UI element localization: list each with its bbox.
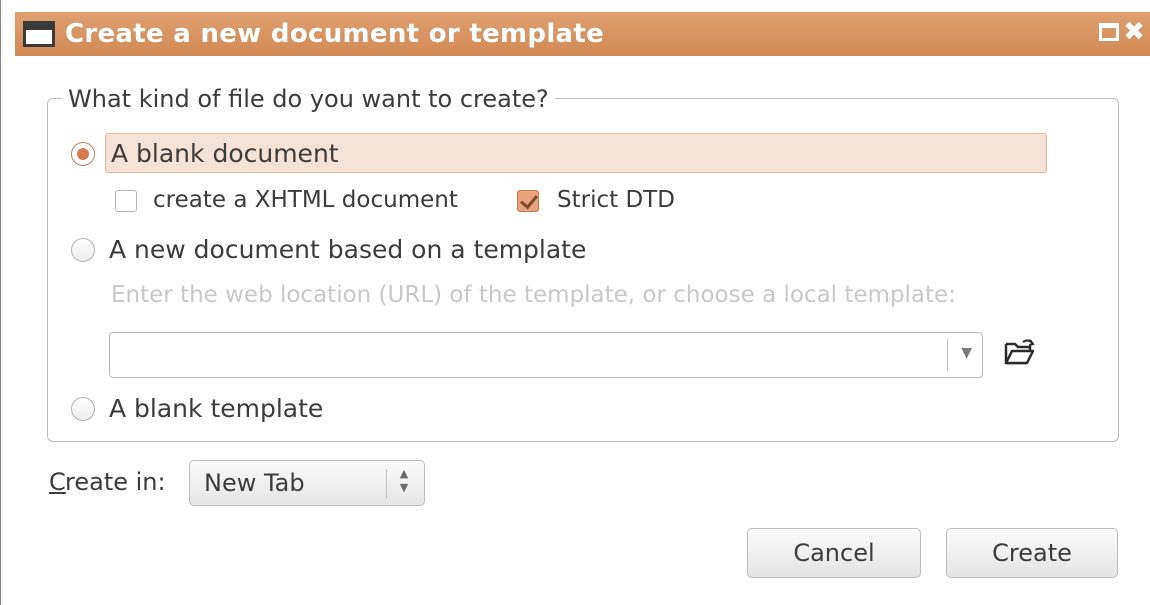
window-icon — [23, 21, 55, 47]
create-in-value: New Tab — [204, 469, 305, 497]
xhtml-checkbox[interactable] — [115, 190, 137, 212]
template-based-label[interactable]: A new document based on a template — [109, 235, 586, 264]
blank-template-label[interactable]: A blank template — [109, 394, 323, 423]
blank-document-radio[interactable] — [71, 142, 95, 166]
strict-dtd-label[interactable]: Strict DTD — [557, 187, 675, 213]
combo-separator — [947, 339, 948, 371]
maximize-icon[interactable] — [1099, 23, 1119, 41]
group-legend: What kind of file do you want to create? — [62, 85, 555, 113]
template-url-combo[interactable]: ▼ — [109, 332, 983, 378]
open-folder-icon[interactable] — [1003, 338, 1035, 368]
blank-template-radio[interactable] — [71, 397, 95, 421]
close-icon[interactable]: ✖ — [1123, 19, 1145, 45]
template-based-radio[interactable] — [71, 238, 95, 262]
create-button[interactable]: Create — [946, 528, 1118, 578]
create-in-select[interactable]: New Tab ▲ ▼ — [189, 460, 425, 506]
title-bar[interactable]: Create a new document or template ✖ — [15, 12, 1150, 56]
xhtml-checkbox-label[interactable]: create a XHTML document — [153, 187, 458, 213]
spin-arrows-icon[interactable]: ▲ ▼ — [396, 467, 412, 495]
blank-document-label[interactable]: A blank document — [111, 139, 339, 168]
create-in-label: reate in: — [65, 468, 166, 496]
window-controls: ✖ — [1099, 19, 1145, 45]
template-hint-text: Enter the web location (URL) of the temp… — [111, 282, 956, 308]
dialog-window: Create a new document or template ✖ What… — [0, 0, 1150, 605]
window-title: Create a new document or template — [65, 19, 605, 49]
create-in-accelerator: C — [49, 468, 66, 496]
dropdown-arrow-icon[interactable]: ▼ — [961, 345, 972, 361]
strict-dtd-checkbox[interactable] — [517, 190, 539, 212]
select-separator — [386, 469, 387, 499]
create-in-accel-letter: C — [49, 468, 66, 496]
cancel-button[interactable]: Cancel — [747, 528, 921, 578]
